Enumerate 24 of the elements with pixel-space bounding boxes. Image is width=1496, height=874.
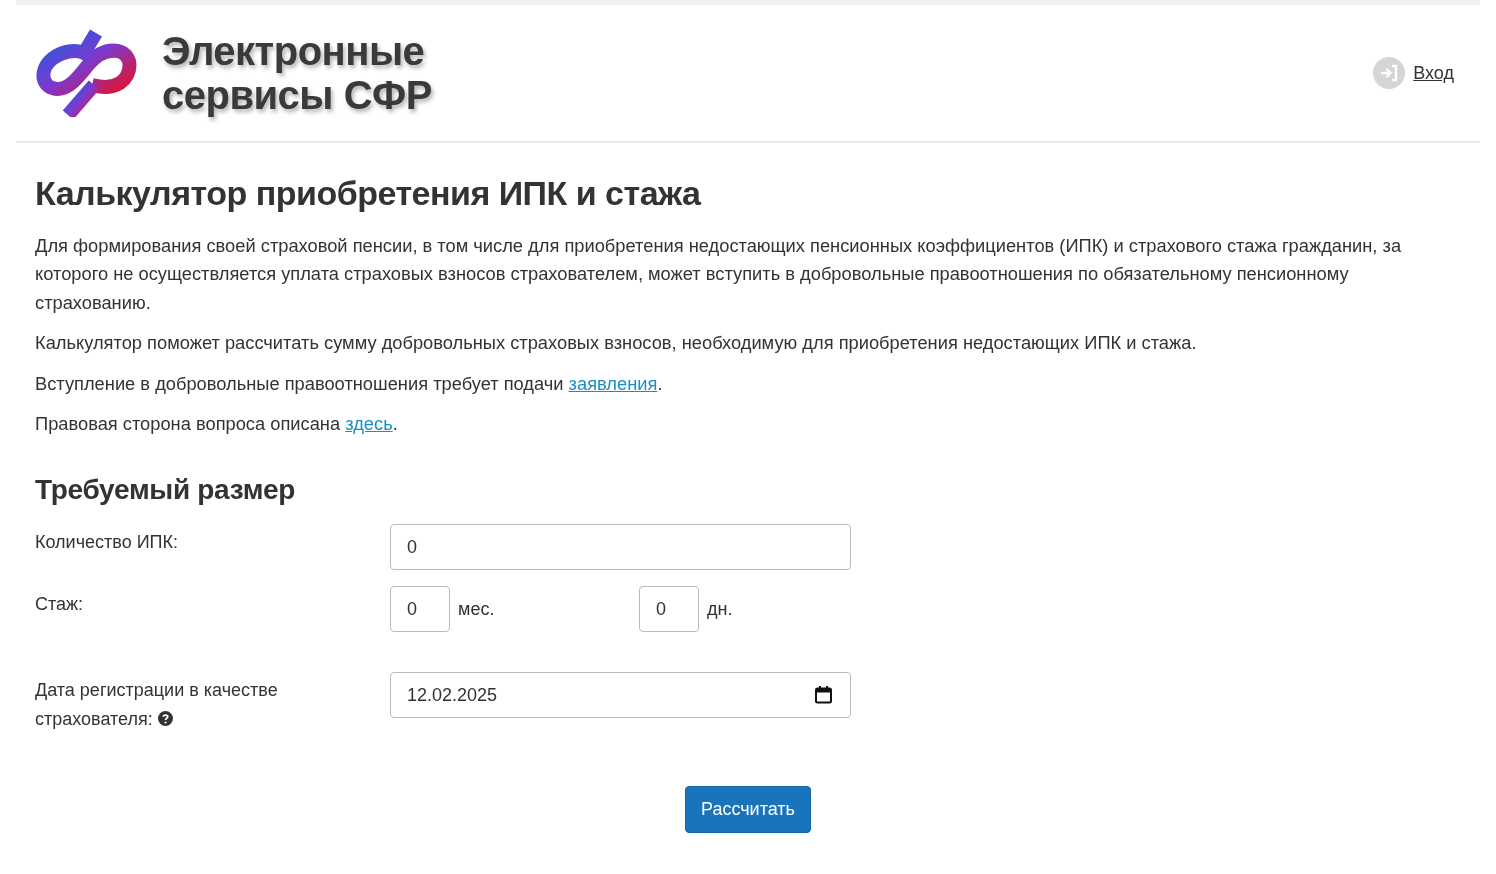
section-title: Требуемый размер: [35, 472, 297, 507]
field-label: страхователя:: [35, 709, 153, 730]
input-field[interactable]: 0: [390, 524, 851, 571]
field-label: Дата регистрации в качестве: [35, 679, 279, 703]
paragraph: Правовая сторона вопроса описана здесь.: [35, 412, 399, 437]
date-field[interactable]: 12.02.2025: [390, 672, 851, 719]
field-label: Стаж:: [35, 594, 84, 615]
logo-title: Электронные сервисы СФР: [162, 29, 432, 117]
unit-label: дн.: [707, 597, 733, 621]
paragraph: Вступление в добровольные правоотношения требует подачи заявления.: [35, 371, 664, 396]
login-link[interactable]: Вход: [1413, 59, 1454, 87]
page-title: Калькулятор приобретения ИПК и стажа: [35, 173, 702, 214]
text-link[interactable]: здесь: [345, 413, 393, 435]
input-field[interactable]: 0: [390, 586, 450, 633]
paragraph: Для формирования своей страховой пенсии, в том числе для приобретения недостающих пенсионных коэффициентов (ИПК) и страхового стажа гражданин, за которого не осуществляется уплата страховых взносов страхователем, может вступить в добровольные правоотношения по обязательному пенсионному страхованию.: [35, 233, 1403, 315]
calculate-button[interactable]: Рассчитать: [685, 786, 811, 834]
logo-icon: [36, 29, 138, 117]
help-icon[interactable]: [157, 711, 173, 727]
field-label: Количество ИПК:: [35, 532, 179, 553]
unit-label: мес.: [458, 597, 495, 621]
calendar-icon[interactable]: [815, 686, 832, 705]
text-link[interactable]: заявления: [568, 372, 658, 394]
paragraph: Калькулятор поможет рассчитать сумму добровольных страховых взносов, необходимую для приобретения недостающих ИПК и стажа.: [35, 331, 1198, 356]
input-field[interactable]: 0: [639, 586, 699, 633]
